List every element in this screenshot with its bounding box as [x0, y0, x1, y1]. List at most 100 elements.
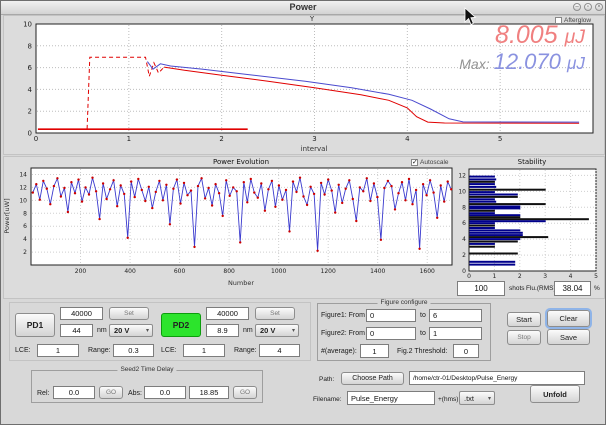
svg-text:8: 8 — [28, 42, 32, 50]
save-button[interactable]: Save — [547, 329, 590, 345]
pd2-voltage-dropdown[interactable]: 20 V — [255, 324, 299, 337]
svg-text:0: 0 — [34, 135, 38, 143]
fig1-label: Figure1: From — [321, 312, 365, 319]
pd1-wavelength-input[interactable]: 44 — [60, 324, 93, 337]
path-label: Path: — [319, 376, 334, 383]
pd2-lce-input[interactable]: 1 — [183, 344, 225, 357]
pd1-lce-label: LCE: — [15, 347, 31, 354]
svg-text:2: 2 — [462, 252, 466, 259]
pd1-voltage-dropdown[interactable]: 20 V — [109, 324, 153, 337]
svg-text:4: 4 — [23, 236, 27, 243]
svg-text:1: 1 — [492, 273, 496, 280]
extension-value: .txt — [464, 394, 474, 403]
shots-label: shots — [509, 285, 525, 292]
svg-text:0: 0 — [28, 130, 32, 138]
fig1-to-label: to — [420, 312, 426, 319]
average-input[interactable]: 1 — [360, 344, 389, 358]
max-energy-unit: μJ — [567, 53, 585, 73]
svg-text:Power Evolution: Power Evolution — [213, 158, 269, 166]
svg-text:10: 10 — [23, 21, 32, 29]
pd2-wavelength-input[interactable]: 8.9 — [206, 324, 239, 337]
unfold-button[interactable]: Unfold — [530, 385, 580, 403]
pd2-gain-input[interactable]: 40000 — [206, 307, 249, 320]
pd1-button[interactable]: PD1 — [15, 313, 55, 337]
autoscale-checkbox-label: Autoscale — [420, 159, 449, 166]
svg-text:Stability: Stability — [518, 158, 547, 166]
pd1-lce-input[interactable]: 1 — [37, 344, 79, 357]
hms-suffix-label: +(hms) — [438, 396, 458, 403]
autoscale-checkbox[interactable]: ✓ Autoscale — [411, 159, 449, 166]
pd2-lce-label: LCE: — [161, 347, 177, 354]
pd1-range-label: Range: — [88, 347, 111, 354]
pd2-voltage-value: 20 V — [260, 326, 275, 335]
svg-text:1200: 1200 — [321, 268, 336, 275]
fig2-to-input[interactable]: 1 — [429, 327, 482, 340]
svg-text:2: 2 — [518, 273, 522, 280]
svg-text:4: 4 — [28, 86, 33, 94]
stability-chart: 012345024681012Stability — [456, 156, 606, 280]
rms-label: Flu.(RMS): — [526, 285, 557, 292]
seed2-abs-go-button[interactable]: GO — [233, 386, 257, 399]
svg-text:600: 600 — [174, 268, 186, 275]
svg-text:10: 10 — [458, 188, 466, 195]
seed2-abs-input[interactable]: 0.0 — [144, 386, 186, 399]
extension-dropdown[interactable]: .txt — [459, 391, 495, 405]
clear-button[interactable]: Clear — [547, 310, 590, 327]
pd2-nm-label: nm — [243, 327, 253, 334]
seed2-abs-current-field: 18.85 — [189, 386, 229, 399]
svg-text:6: 6 — [28, 64, 33, 72]
seed2-rel-input[interactable]: 0.0 — [53, 386, 95, 399]
pd1-nm-label: nm — [97, 327, 107, 334]
pd1-gain-input[interactable]: 40000 — [60, 307, 103, 320]
max-label: Max: — [459, 56, 489, 72]
close-button-icon[interactable]: × — [595, 3, 603, 11]
svg-text:8: 8 — [462, 204, 466, 211]
svg-text:1400: 1400 — [370, 268, 385, 275]
stop-button[interactable]: Stop — [507, 330, 541, 345]
svg-text:12: 12 — [19, 184, 27, 191]
pd2-range-label: Range: — [234, 347, 257, 354]
svg-text:4: 4 — [462, 236, 466, 243]
svg-text:5: 5 — [498, 135, 502, 143]
max-energy-readout: Max: 12.070 μJ — [459, 49, 585, 75]
svg-text:6: 6 — [23, 223, 27, 230]
svg-text:6: 6 — [462, 220, 466, 227]
seed2-rel-go-button[interactable]: GO — [99, 386, 123, 399]
threshold-label: Fig.2 Threshold: — [397, 348, 447, 355]
svg-text:0: 0 — [462, 268, 466, 275]
autoscale-checkbox-box[interactable]: ✓ — [411, 159, 418, 166]
svg-text:1600: 1600 — [420, 268, 435, 275]
pd1-voltage-value: 20 V — [114, 326, 129, 335]
seed2-abs-label: Abs: — [128, 390, 142, 397]
svg-text:10: 10 — [19, 197, 27, 204]
svg-text:12: 12 — [458, 172, 466, 179]
fig2-from-input[interactable]: 0 — [366, 327, 416, 340]
start-button[interactable]: Start — [507, 312, 541, 327]
pd2-button[interactable]: PD2 — [161, 313, 201, 337]
seed2-group-title: Seed2 Time Delay — [117, 366, 176, 373]
pd1-range-input[interactable]: 0.3 — [113, 344, 154, 357]
svg-text:400: 400 — [124, 268, 136, 275]
choose-path-button[interactable]: Choose Path — [341, 372, 404, 385]
path-input[interactable]: /home/ctr-01/Desktop/Pulse_Energy — [409, 371, 585, 385]
pd2-set-button[interactable]: Set — [255, 307, 295, 320]
average-label: #(average): — [321, 348, 357, 355]
mouse-cursor-icon — [464, 7, 478, 27]
minimize-button-icon[interactable]: – — [573, 3, 581, 11]
svg-text:2: 2 — [219, 135, 223, 143]
pd2-range-input[interactable]: 4 — [259, 344, 300, 357]
fig1-from-input[interactable]: 0 — [366, 309, 416, 322]
svg-text:0: 0 — [467, 273, 471, 280]
svg-text:2: 2 — [23, 249, 27, 256]
fig1-to-input[interactable]: 6 — [429, 309, 482, 322]
power-evolution-chart: 24681012142004006008001000120014001600Po… — [1, 156, 463, 298]
shots-input[interactable]: 100 — [457, 281, 505, 296]
maximize-button-icon[interactable]: ▫ — [584, 3, 592, 11]
max-energy-value: 12.070 — [494, 49, 561, 74]
current-energy-readout: 8.005 μJ — [495, 21, 585, 50]
filename-input[interactable]: Pulse_Energy — [347, 391, 435, 405]
threshold-input[interactable]: 0 — [453, 344, 479, 358]
svg-text:2: 2 — [28, 108, 32, 116]
svg-text:interval: interval — [301, 145, 328, 153]
pd1-set-button[interactable]: Set — [109, 307, 149, 320]
